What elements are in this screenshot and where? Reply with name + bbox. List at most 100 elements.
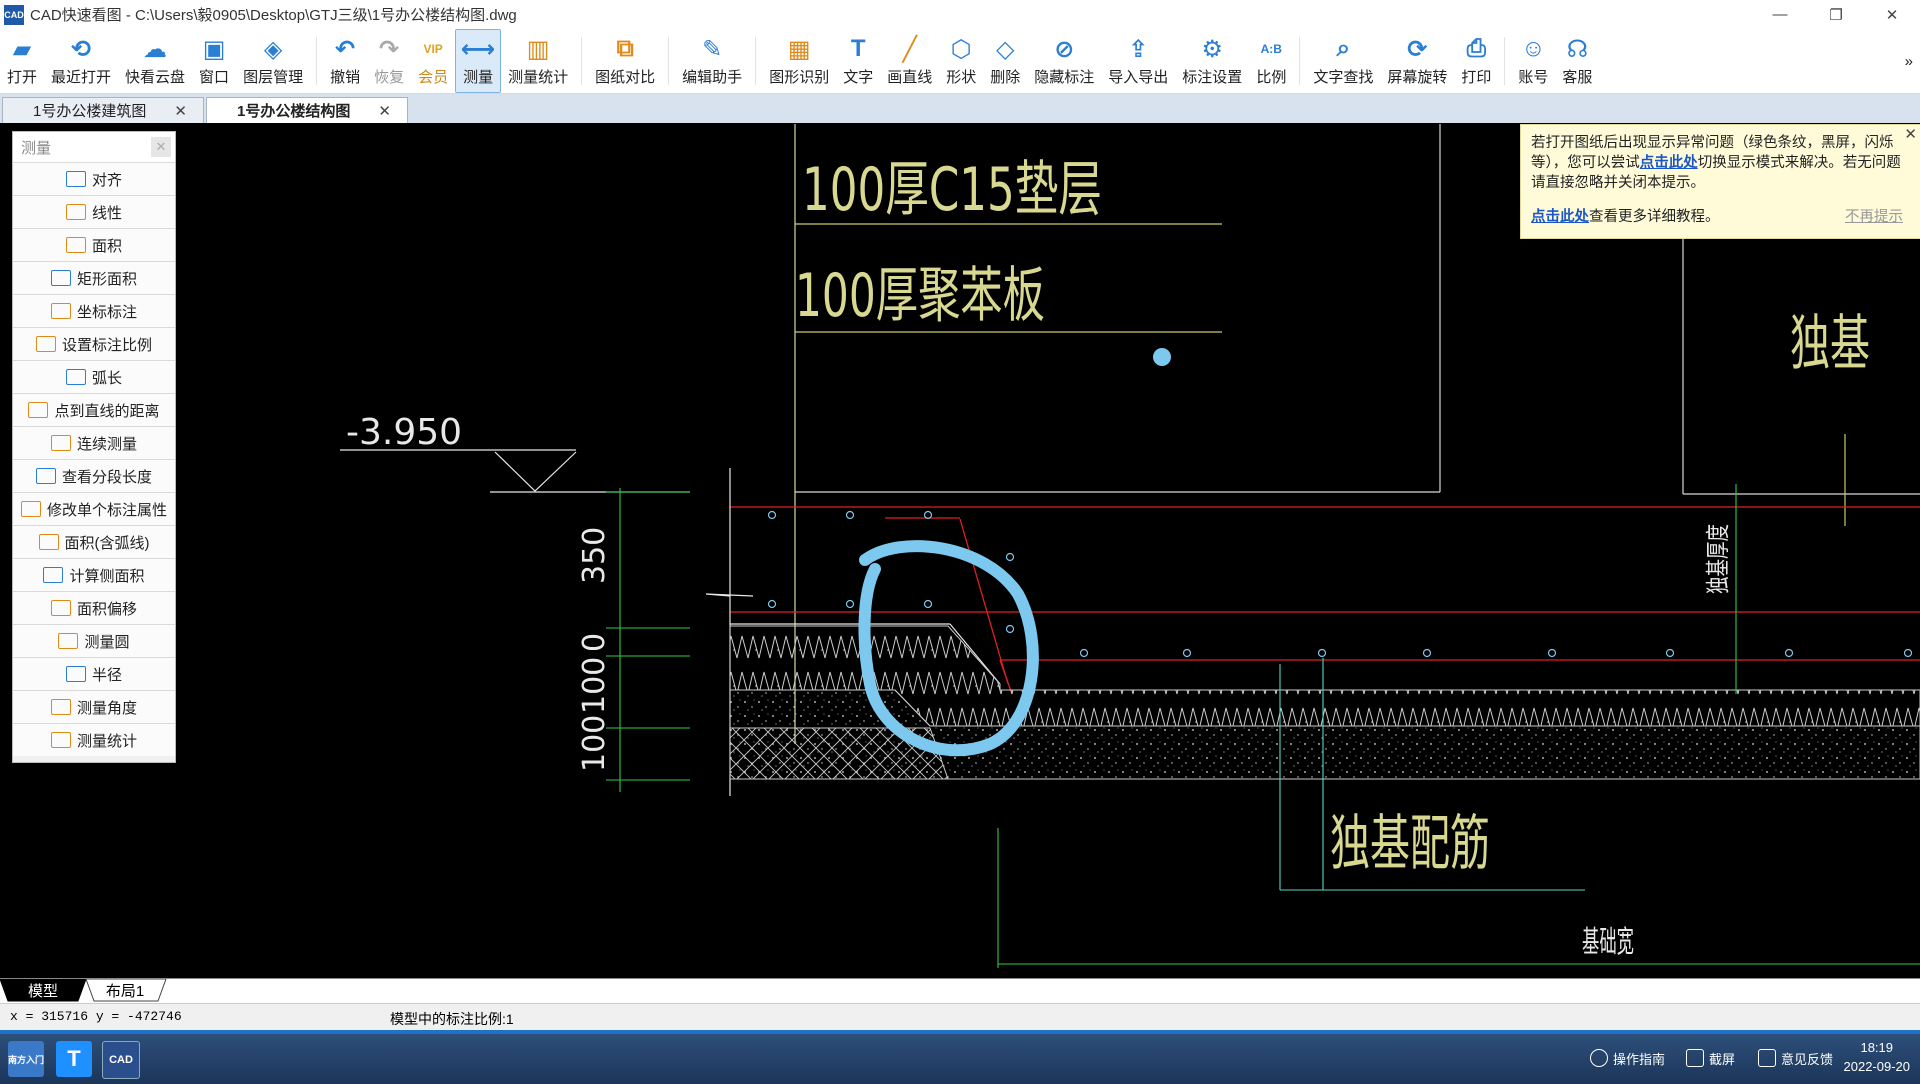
measure-tool-item[interactable]: 修改单个标注属性 [13, 492, 175, 525]
toolbar-button-12[interactable]: ▦ 图形识别 [762, 29, 836, 93]
toolbar-button-9[interactable]: ▥ 测量统计 [501, 29, 575, 93]
measure-tool-item[interactable]: 线性 [13, 195, 175, 228]
measure-tool-label: 面积 [91, 237, 122, 255]
toolbar-button-18[interactable]: ⇪ 导入导出 [1101, 29, 1175, 93]
measure-tool-label: 半径 [91, 666, 122, 684]
close-icon[interactable]: ✕ [151, 137, 171, 157]
close-icon[interactable]: ✕ [378, 102, 391, 120]
dont-show-again-link[interactable]: 不再提示 [1845, 207, 1903, 227]
toolbar-button-label: 打开 [7, 69, 38, 86]
feedback-icon [1758, 1049, 1776, 1067]
toolbar-button-4[interactable]: ◈ 图层管理 [236, 29, 310, 93]
measure-tool-item[interactable]: 面积偏移 [13, 591, 175, 624]
toolbar-button-13[interactable]: T 文字 [836, 29, 880, 93]
toolbar-button-8[interactable]: ⟷ 测量 [455, 29, 502, 93]
toolbar-button-0[interactable]: ▰ 打开 [0, 29, 44, 93]
toolbar-button-label: 编辑助手 [682, 69, 743, 86]
measure-tool-icon [35, 336, 56, 352]
system-clock[interactable]: 18:19 2022-09-20 [1844, 1038, 1911, 1076]
measure-tool-item[interactable]: 半径 [13, 657, 175, 690]
minimize-button[interactable]: — [1752, 0, 1808, 29]
toolbar-button-21[interactable]: ⌕ 文字查找 [1306, 29, 1380, 93]
hide-eye-icon: ⊘ [1054, 35, 1075, 63]
measure-tool-item[interactable]: 连续测量 [13, 426, 175, 459]
tab-layout1[interactable]: 布局1 [92, 979, 158, 1001]
toolbar-button-11[interactable]: ✎ 编辑助手 [675, 29, 749, 93]
toolbar-button-5[interactable]: ↶ 撤销 [323, 29, 367, 93]
measure-tool-icon [43, 567, 64, 583]
measure-tool-item[interactable]: 面积 [13, 228, 175, 261]
measure-tool-icon [50, 270, 71, 286]
measure-tool-icon [28, 402, 49, 418]
toolbar-button-23[interactable]: ⎙ 打印 [1454, 29, 1498, 93]
toolbar-button-10[interactable]: ⧉ 图纸对比 [588, 29, 662, 93]
status-bar: x = 315716 y = -472746 模型中的标注比例:1 [0, 1003, 1920, 1031]
measure-tool-item[interactable]: 对齐 [13, 162, 175, 195]
tab-model[interactable]: 模型 [8, 979, 78, 1001]
toolbar-button-16[interactable]: ◇ 删除 [983, 29, 1027, 93]
toolbar-button-label: 文字 [843, 69, 874, 86]
taskbar-app-t[interactable]: T [56, 1041, 92, 1077]
measure-tool-item[interactable]: 坐标标注 [13, 294, 175, 327]
toolbar-button-14[interactable]: ╱ 画直线 [880, 29, 939, 93]
toolbar-button-label: 图纸对比 [595, 69, 656, 86]
measure-tool-item[interactable]: 矩形面积 [13, 261, 175, 294]
edit-assistant-icon: ✎ [702, 35, 723, 63]
toolbar-separator [1299, 37, 1301, 85]
measure-tool-item[interactable]: 点到直线的距离 [13, 393, 175, 426]
toolbar-button-1[interactable]: ⟲ 最近打开 [44, 29, 118, 93]
shape-recognize-icon: ▦ [787, 35, 811, 63]
tab-architecture-drawing[interactable]: 1号办公楼建筑图 ✕ [2, 97, 204, 123]
guide-button[interactable]: 操作指南 [1590, 1046, 1665, 1070]
measure-tool-item[interactable]: 计算侧面积 [13, 558, 175, 591]
dim-text-100: 100 [577, 715, 612, 772]
main-toolbar: ▰ 打开 ⟲ 最近打开 ☁ 快看云盘 ▣ 窗口 ◈ 图层管理 ↶ 撤销 ↷ 恢复 VIP 会员 ⟷ 测量 ▥ 测量统计… [0, 29, 1920, 94]
measure-tool-item[interactable]: 测量统计 [13, 723, 175, 756]
title-bar: CAD CAD快速看图 - C:\Users\毅0905\Desktop\GTJ… [0, 0, 1920, 29]
window-icon: ▣ [202, 35, 226, 63]
tutorial-link[interactable]: 点击此处 [1531, 209, 1589, 225]
guide-label: 操作指南 [1613, 1051, 1666, 1067]
measure-tool-icon [50, 435, 71, 451]
close-button[interactable]: ✕ [1864, 0, 1920, 29]
tab-structure-drawing[interactable]: 1号办公楼结构图 ✕ [206, 97, 408, 123]
taskbar-app-cad[interactable]: CAD [102, 1041, 140, 1079]
measure-tool-item[interactable]: 面积(含弧线) [13, 525, 175, 558]
toolbar-more-button[interactable]: » [1898, 29, 1920, 93]
toolbar-button-24[interactable]: ☺ 账号 [1511, 29, 1555, 93]
measure-tool-icon [65, 666, 86, 682]
measure-tool-item[interactable]: 弧长 [13, 360, 175, 393]
toolbar-button-7[interactable]: VIP 会员 [411, 29, 455, 93]
toolbar-button-label: 形状 [946, 69, 977, 86]
toolbar-button-19[interactable]: ⚙ 标注设置 [1175, 29, 1249, 93]
notice-tutorial: 点击此处查看更多详细教程。 [1531, 207, 1720, 227]
toolbar-button-label: 标注设置 [1182, 69, 1243, 86]
screenshot-button[interactable]: 截屏 [1686, 1046, 1735, 1070]
toolbar-button-22[interactable]: ⟳ 屏幕旋转 [1380, 29, 1454, 93]
close-icon[interactable]: ✕ [174, 102, 187, 120]
toolbar-button-3[interactable]: ▣ 窗口 [192, 29, 236, 93]
toolbar-button-15[interactable]: ⬡ 形状 [939, 29, 983, 93]
toolbar-button-2[interactable]: ☁ 快看云盘 [118, 29, 192, 93]
feedback-button[interactable]: 意见反馈 [1758, 1046, 1833, 1070]
tab-label: 1号办公楼结构图 [237, 103, 351, 120]
toolbar-button-6[interactable]: ↷ 恢复 [367, 29, 411, 93]
switch-display-mode-link[interactable]: 点击此处 [1640, 155, 1698, 171]
import-export-icon: ⇪ [1128, 35, 1149, 63]
measure-tool-item[interactable]: 测量圆 [13, 624, 175, 657]
close-icon[interactable]: ✕ [1904, 125, 1917, 145]
toolbar-button-label: 屏幕旋转 [1387, 69, 1448, 86]
drawing-canvas[interactable]: 100厚C15垫层 100厚聚苯板 -3.950 独基 独基配筋 基础宽 独基厚… [0, 124, 1920, 978]
measure-tool-item[interactable]: 设置标注比例 [13, 327, 175, 360]
restore-button[interactable]: ❐ [1808, 0, 1864, 29]
toolbar-button-20[interactable]: A:B 比例 [1249, 29, 1293, 93]
toolbar-button-label: 删除 [990, 69, 1021, 86]
measure-tool-label: 查看分段长度 [61, 468, 152, 486]
toolbar-button-17[interactable]: ⊘ 隐藏标注 [1027, 29, 1101, 93]
measure-tool-item[interactable]: 查看分段长度 [13, 459, 175, 492]
redo-icon: ↷ [379, 35, 400, 63]
measure-tool-item[interactable]: 测量角度 [13, 690, 175, 723]
taskbar-app-nanfang[interactable]: 南方入门 [8, 1041, 44, 1077]
toolbar-button-25[interactable]: ☊ 客服 [1555, 29, 1599, 93]
text-icon: T [850, 35, 866, 62]
